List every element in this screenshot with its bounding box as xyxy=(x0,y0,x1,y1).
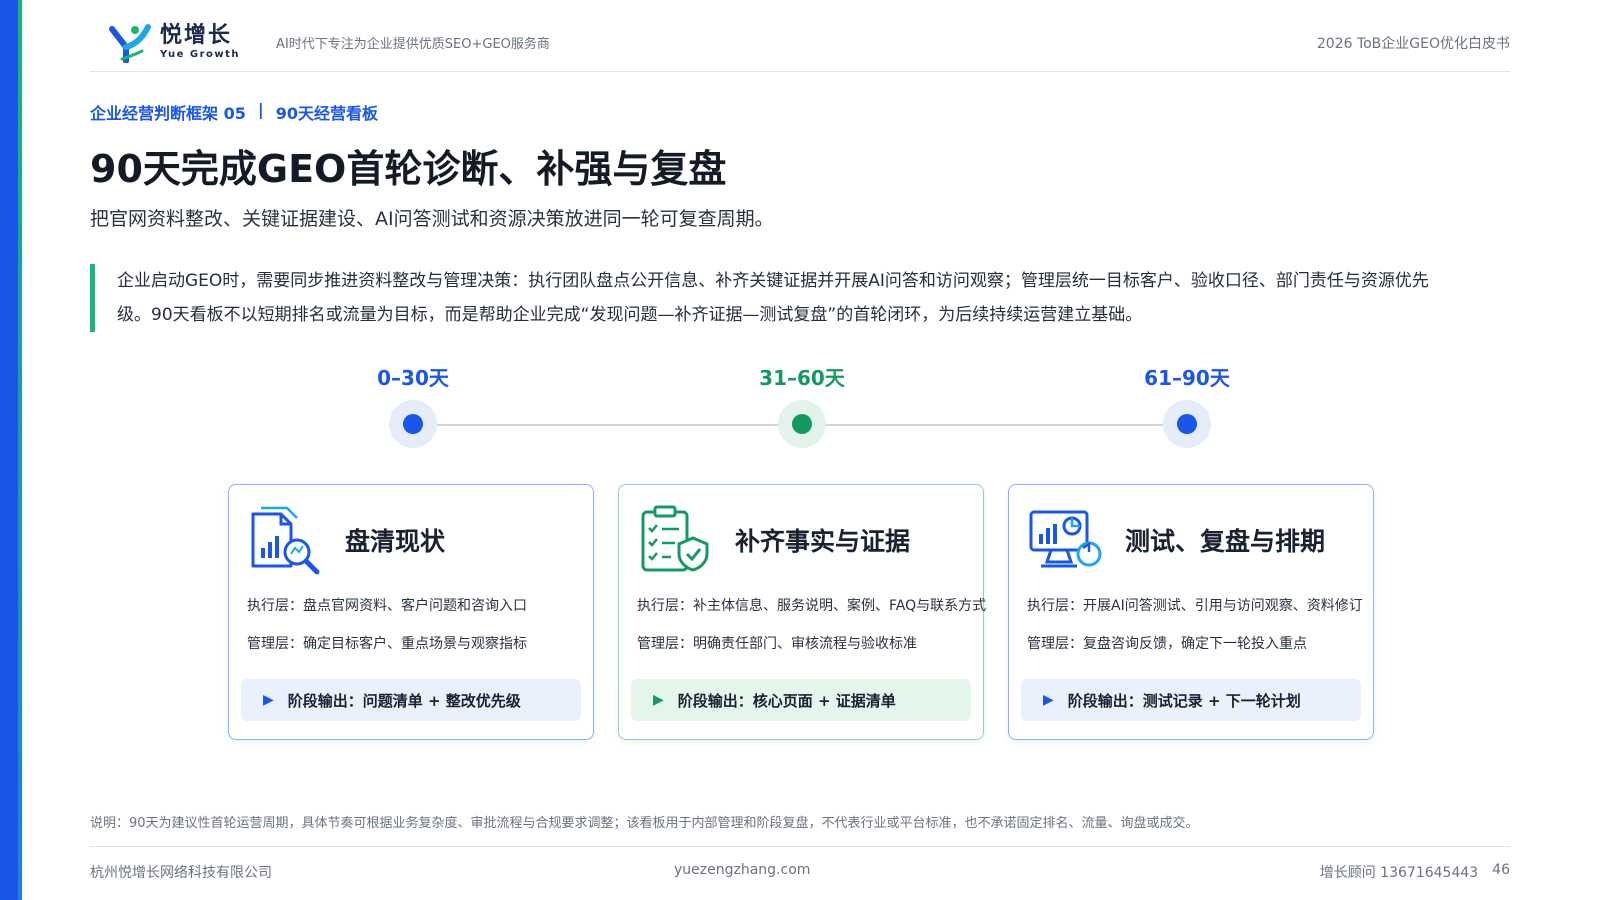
page-subtitle: 把官网资料整改、关键证据建设、AI问答测试和资源决策放进同一轮可复查周期。 xyxy=(90,208,774,230)
card-output-text: 阶段输出：测试记录 + 下一轮计划 xyxy=(1067,691,1301,710)
eyebrow-topic: 90天经营看板 xyxy=(275,104,378,123)
triangle-right-icon: ▶ xyxy=(1043,692,1054,708)
timeline-dot xyxy=(389,400,437,448)
tagline: AI时代下专注为企业提供优质SEO+GEO服务商 xyxy=(276,37,550,52)
card-output-text: 阶段输出：问题清单 + 整改优先级 xyxy=(287,691,521,710)
monitor-chart-refresh-icon xyxy=(1029,510,1102,568)
section-eyebrow: 企业经营判断框架 05 | 90天经营看板 xyxy=(90,100,378,124)
eyebrow-separator: | xyxy=(257,100,264,119)
card-title: 测试、复盘与排期 xyxy=(1125,527,1326,556)
card-exec-row: 执行层：开展AI问答测试、引用与访问观察、资料修订 xyxy=(1027,598,1363,614)
report-search-icon xyxy=(251,506,320,575)
footer-contact: 增长顾问 13671645443 xyxy=(1319,865,1479,881)
header: 悦增长 Yue Growth AI时代下专注为企业提供优质SEO+GEO服务商 … xyxy=(90,14,1510,72)
logo-english-name: Yue Growth xyxy=(160,49,241,60)
footer-divider xyxy=(90,846,1510,847)
footer-company: 杭州悦增长网络科技有限公司 xyxy=(90,865,272,881)
summary-quote: 企业启动GEO时，需要同步推进资料整改与管理决策：执行团队盘点公开信息、补齐关键… xyxy=(90,264,1430,332)
card-exec-row: 执行层：补主体信息、服务说明、案例、FAQ与联系方式 xyxy=(637,598,987,614)
card-output-text: 阶段输出：核心页面 + 证据清单 xyxy=(677,691,896,710)
stage-cards: 盘清现状 执行层：盘点官网资料、客户问题和咨询入口 管理层：确定目标客户、重点场… xyxy=(228,484,1374,740)
card-mgmt-row: 管理层：明确责任部门、审核流程与验收标准 xyxy=(637,636,917,652)
footer: 杭州悦增长网络科技有限公司 yuezengzhang.com 增长顾问 1367… xyxy=(90,862,1510,882)
card-mgmt-row: 管理层：复盘咨询反馈，确定下一轮投入重点 xyxy=(1027,636,1307,652)
timeline-stage-label: 31–60天 xyxy=(759,366,845,390)
card-title: 盘清现状 xyxy=(345,527,446,556)
stage-card-2: 补齐事实与证据 执行层：补主体信息、服务说明、案例、FAQ与联系方式 管理层：明… xyxy=(618,484,987,740)
page-number: 46 xyxy=(1492,862,1510,878)
timeline-stage-3: 61–90天 xyxy=(1107,360,1267,448)
card-output: ▶ 阶段输出：测试记录 + 下一轮计划 xyxy=(1021,679,1361,721)
disclaimer-note: 说明：90天为建议性首轮运营周期，具体节奏可根据业务复杂度、审批流程与合规要求调… xyxy=(90,816,1199,831)
timeline: 0–30天 31–60天 61–90天 xyxy=(0,360,1600,460)
page-title: 90天完成GEO首轮诊断、补强与复盘 xyxy=(90,147,727,191)
footer-website-link[interactable]: yuezengzhang.com xyxy=(674,862,810,878)
timeline-stage-label: 61–90天 xyxy=(1144,366,1230,390)
timeline-stage-label: 0–30天 xyxy=(377,366,449,390)
card-title: 补齐事实与证据 xyxy=(735,527,911,556)
checklist-shield-icon xyxy=(641,505,709,572)
card-output: ▶ 阶段输出：核心页面 + 证据清单 xyxy=(631,679,971,721)
logo[interactable]: 悦增长 Yue Growth xyxy=(108,23,240,63)
timeline-dot xyxy=(778,400,826,448)
timeline-dot xyxy=(1163,400,1211,448)
card-exec-row: 执行层：盘点官网资料、客户问题和咨询入口 xyxy=(247,598,527,614)
stage-card-3: 测试、复盘与排期 执行层：开展AI问答测试、引用与访问观察、资料修订 管理层：复… xyxy=(1008,484,1374,740)
card-mgmt-row: 管理层：确定目标客户、重点场景与观察指标 xyxy=(247,636,527,652)
stage-card-1: 盘清现状 执行层：盘点官网资料、客户问题和咨询入口 管理层：确定目标客户、重点场… xyxy=(228,484,594,740)
whitepaper-title: 2026 ToB企业GEO优化白皮书 xyxy=(1316,35,1510,52)
logo-chinese-name: 悦增长 xyxy=(160,23,233,48)
triangle-right-icon: ▶ xyxy=(263,692,274,708)
card-output: ▶ 阶段输出：问题清单 + 整改优先级 xyxy=(241,679,581,721)
timeline-stage-2: 31–60天 xyxy=(722,360,882,448)
triangle-right-icon: ▶ xyxy=(653,692,664,708)
logo-mark-icon xyxy=(109,23,151,63)
eyebrow-framework: 企业经营判断框架 05 xyxy=(90,104,246,123)
timeline-stage-1: 0–30天 xyxy=(333,360,493,448)
